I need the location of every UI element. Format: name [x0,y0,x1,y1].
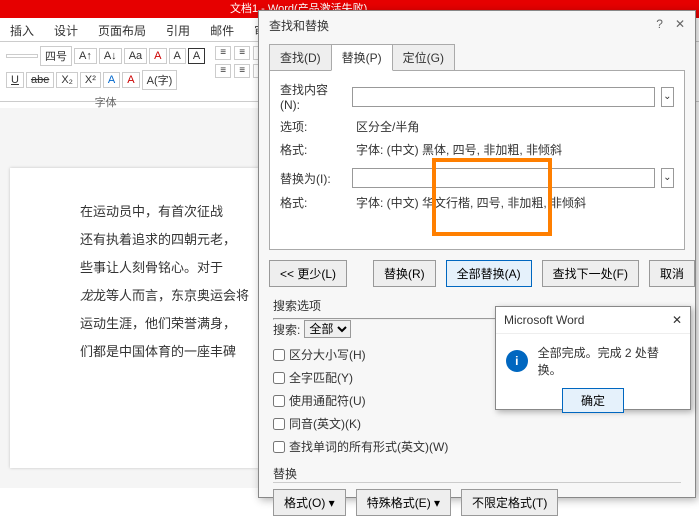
ribbon-tab-design[interactable]: 设计 [44,18,88,41]
text-highlight-button[interactable]: A [103,72,120,88]
msgbox-title: Microsoft Word [504,313,584,327]
chk-wildcards[interactable] [273,395,285,407]
ribbon-tab-mailings[interactable]: 邮件 [200,18,244,41]
format-label-1: 格式: [280,141,350,158]
text-effects-button[interactable]: A [169,48,186,64]
msgbox-ok-button[interactable]: 确定 [562,388,624,413]
align-center-icon[interactable]: ≡ [234,64,250,78]
doc-line: 们都是中国体育的一座丰碑 [80,338,250,366]
chk-all-forms-label: 查找单词的所有形式(英文)(W) [289,438,448,455]
format-label-2: 格式: [280,194,350,211]
doc-line: 还有执着追求的四朝元老， [80,226,250,254]
chk-match-case-label: 区分大小写(H) [289,346,366,363]
font-name-empty[interactable] [6,54,38,58]
doc-line: 运动生涯，他们荣誉满身， [80,310,250,338]
subscript-button[interactable]: X₂ [56,72,78,88]
find-next-button[interactable]: 查找下一处(F) [542,260,639,287]
font-size-select[interactable]: 四号 [40,46,72,66]
chk-wildcards-label: 使用通配符(U) [289,392,366,409]
replace-input[interactable] [352,168,655,188]
bottom-section-label: 替换 [273,465,681,482]
change-case-button[interactable]: Aa [124,48,147,64]
ribbon-tab-references[interactable]: 引用 [156,18,200,41]
chk-sounds-like[interactable] [273,418,285,430]
replace-all-button[interactable]: 全部替换(A) [446,260,532,287]
doc-line: 在运动员中，有首次征战 [80,198,250,226]
find-label: 查找内容(N): [280,81,346,112]
document-area: 在运动员中，有首次征战 还有执着追求的四朝元老， 些事让人刻骨铭心。对于 龙龙等… [0,108,260,488]
format-value-2: 字体: (中文) 华文行楷, 四号, 非加粗, 非倾斜 [356,194,674,211]
bullets-icon[interactable]: ≡ [215,46,231,60]
superscript-button[interactable]: X² [80,72,101,88]
help-icon[interactable]: ? [656,17,663,34]
format-value-1: 字体: (中文) 黑体, 四号, 非加粗, 非倾斜 [356,141,674,158]
close-icon[interactable]: ✕ [675,17,685,34]
font-color-a-icon[interactable]: A [149,48,166,64]
search-direction-label: 搜索: [273,321,300,338]
replace-dropdown-icon[interactable]: ⌄ [661,168,674,188]
doc-line: 龙龙等人而言，东京奥运会将 [80,282,250,310]
tab-goto[interactable]: 定位(G) [392,44,455,71]
msgbox-text: 全部完成。完成 2 处替换。 [538,344,680,378]
document-page[interactable]: 在运动员中，有首次征战 还有执着追求的四朝元老， 些事让人刻骨铭心。对于 龙龙等… [10,168,260,468]
dialog-title: 查找和替换 [269,17,329,34]
options-label: 选项: [280,118,350,135]
search-direction-select[interactable]: 全部 [304,320,351,338]
find-input[interactable] [352,87,655,107]
character-border-button[interactable]: A [188,48,205,64]
find-replace-dialog: 查找和替换 ? ✕ 查找(D) 替换(P) 定位(G) 查找内容(N): ⌄ 选… [258,10,696,498]
message-box: Microsoft Word ✕ i 全部完成。完成 2 处替换。 确定 [495,306,691,410]
chk-whole-word[interactable] [273,372,285,384]
replace-label: 替换为(I): [280,170,346,187]
no-formatting-button[interactable]: 不限定格式(T) [461,489,558,516]
align-left-icon[interactable]: ≡ [215,64,231,78]
msgbox-close-icon[interactable]: ✕ [672,313,682,327]
cancel-button[interactable]: 取消 [649,260,695,287]
special-button[interactable]: 特殊格式(E) ▾ [356,489,451,516]
options-value: 区分全/半角 [356,118,674,135]
doc-line: 些事让人刻骨铭心。对于 [80,254,250,282]
info-icon: i [506,350,528,372]
shrink-font-button[interactable]: A↓ [99,48,122,64]
grow-font-button[interactable]: A↑ [74,48,97,64]
format-button[interactable]: 格式(O) ▾ [273,489,346,516]
tab-find[interactable]: 查找(D) [269,44,332,71]
ribbon-tab-layout[interactable]: 页面布局 [88,18,156,41]
chk-whole-word-label: 全字匹配(Y) [289,369,353,386]
numbering-icon[interactable]: ≡ [234,46,250,60]
chk-sounds-like-label: 同音(英文)(K) [289,415,361,432]
ribbon-tab-insert[interactable]: 插入 [0,18,44,41]
enclose-char-button[interactable]: A(字) [142,70,178,90]
less-button[interactable]: << 更少(L) [269,260,347,287]
find-dropdown-icon[interactable]: ⌄ [661,87,674,107]
chk-all-forms[interactable] [273,441,285,453]
strikethrough-button[interactable]: abe [26,72,54,88]
replace-button[interactable]: 替换(R) [373,260,436,287]
chk-match-case[interactable] [273,349,285,361]
underline-button[interactable]: U [6,72,24,88]
font-color-button[interactable]: A [122,72,139,88]
tab-replace[interactable]: 替换(P) [331,44,393,71]
